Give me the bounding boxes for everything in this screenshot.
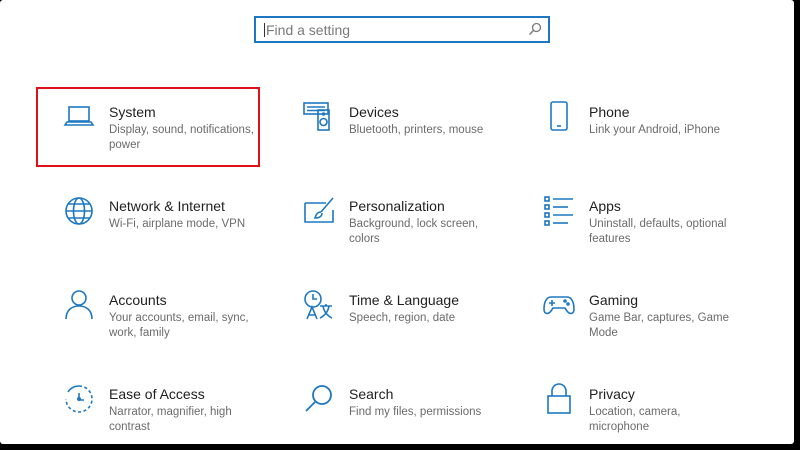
tile-gaming[interactable]: Gaming Game Bar, captures, Game Mode xyxy=(542,288,772,364)
search-box[interactable] xyxy=(254,16,550,43)
paint-brush-icon xyxy=(302,194,336,228)
tile-description: Bluetooth, printers, mouse xyxy=(349,124,484,136)
tile-title: Gaming xyxy=(589,292,639,308)
tile-title: Network & Internet xyxy=(109,198,225,214)
person-icon xyxy=(62,288,96,322)
tile-apps[interactable]: Apps Uninstall, defaults, optional featu… xyxy=(542,194,772,270)
lock-icon xyxy=(542,382,576,416)
settings-window: System Display, sound, notifications, po… xyxy=(0,0,794,444)
search-input[interactable] xyxy=(266,18,516,41)
tile-title: Time & Language xyxy=(349,292,459,308)
tile-description: Background, lock screen, colors xyxy=(349,218,479,245)
tile-description: Link your Android, iPhone xyxy=(589,124,721,136)
tile-description: Uninstall, defaults, optional features xyxy=(589,218,727,245)
tile-description: Wi-Fi, airplane mode, VPN xyxy=(109,218,246,230)
tile-title: Search xyxy=(349,386,394,402)
magnifier-icon xyxy=(302,382,336,416)
tile-privacy[interactable]: Privacy Location, camera, microphone xyxy=(542,382,772,444)
tile-accounts[interactable]: Accounts Your accounts, email, sync, wor… xyxy=(62,288,292,364)
tile-ease-of-access[interactable]: Ease of Access Narrator, magnifier, high… xyxy=(62,382,292,444)
tile-description: Game Bar, captures, Game Mode xyxy=(589,312,729,339)
text-caret xyxy=(264,23,265,37)
tile-title: Apps xyxy=(589,198,621,214)
phone-icon xyxy=(542,100,576,134)
tile-description: Speech, region, date xyxy=(349,312,456,324)
tile-title: Privacy xyxy=(589,386,635,402)
tile-title: Accounts xyxy=(109,292,167,308)
tile-phone[interactable]: Phone Link your Android, iPhone xyxy=(542,100,772,176)
tile-description: Narrator, magnifier, high contrast xyxy=(109,406,232,433)
tile-personalization[interactable]: Personalization Background, lock screen,… xyxy=(302,194,532,270)
tile-description: Your accounts, email, sync, work, family xyxy=(109,312,249,339)
tile-description: Find my files, permissions xyxy=(349,406,482,418)
tile-title: Devices xyxy=(349,104,399,120)
tile-time-language[interactable]: Time & Language Speech, region, date xyxy=(302,288,532,364)
gamepad-icon xyxy=(542,288,576,322)
tile-devices[interactable]: Devices Bluetooth, printers, mouse xyxy=(302,100,532,176)
globe-icon xyxy=(62,194,96,228)
tile-network-internet[interactable]: Network & Internet Wi-Fi, airplane mode,… xyxy=(62,194,292,270)
search-icon[interactable] xyxy=(528,22,542,36)
tile-search[interactable]: Search Find my files, permissions xyxy=(302,382,532,444)
system-highlight-box xyxy=(36,87,260,167)
time-language-icon xyxy=(302,288,336,322)
tile-title: Phone xyxy=(589,104,630,120)
keyboard-speaker-icon xyxy=(302,100,336,134)
tile-description: Location, camera, microphone xyxy=(589,406,681,433)
apps-list-icon xyxy=(542,194,576,228)
tile-title: Ease of Access xyxy=(109,386,205,402)
ease-of-access-icon xyxy=(62,382,96,416)
tile-title: Personalization xyxy=(349,198,445,214)
